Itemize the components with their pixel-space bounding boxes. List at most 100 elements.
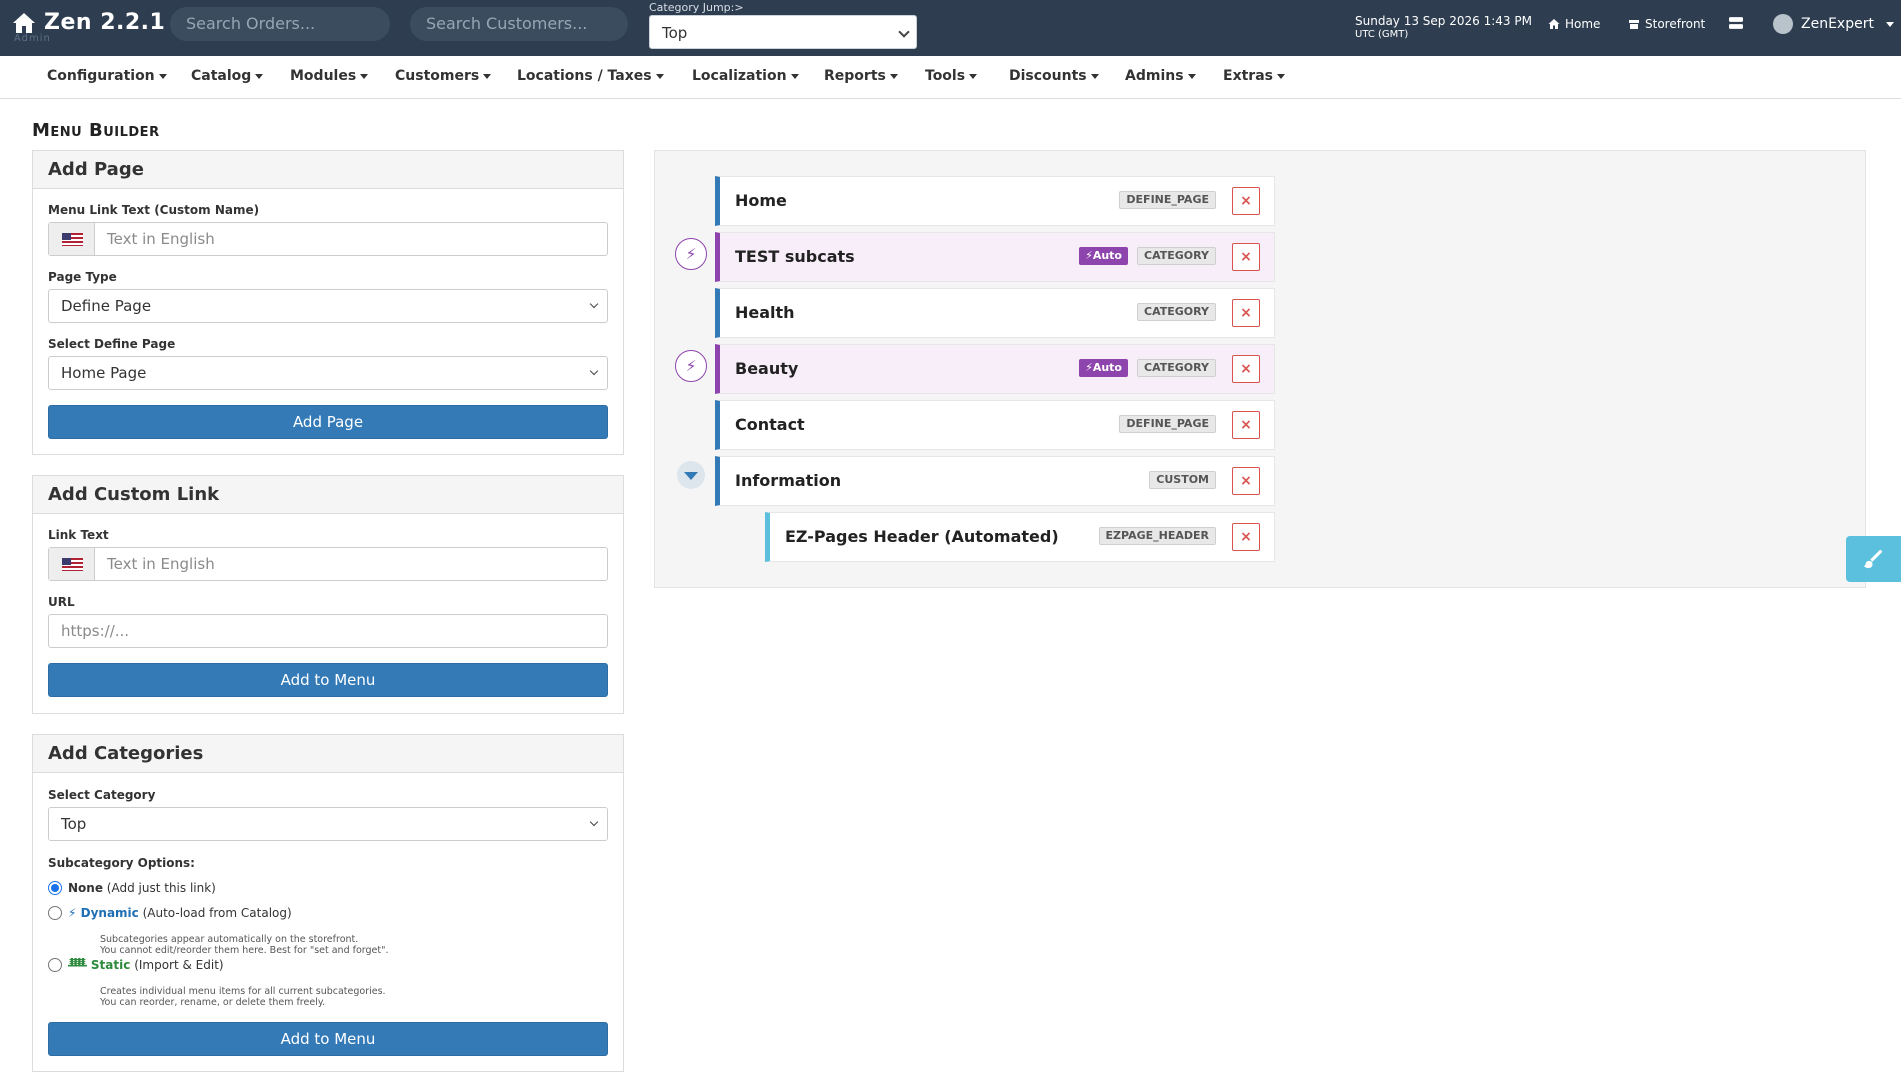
expand-toggle-icon[interactable]: [677, 461, 705, 489]
nav-label: Locations / Taxes: [517, 68, 652, 84]
menu-item-title: EZ-Pages Header (Automated): [785, 527, 1059, 546]
menu-item-title: Health: [735, 303, 795, 322]
home-icon: [1548, 19, 1560, 29]
option-none-label: None (Add just this link): [68, 881, 216, 895]
menu-item[interactable]: Home DEFINE_PAGE ×: [715, 176, 1275, 226]
nav-customers[interactable]: Customers: [395, 65, 492, 87]
nav-label: Discounts: [1009, 68, 1087, 84]
link-text-input[interactable]: Text in English: [48, 547, 608, 581]
nav-catalog[interactable]: Catalog: [191, 65, 264, 87]
menu-item-type-badge: DEFINE_PAGE: [1119, 415, 1216, 433]
delete-button[interactable]: ×: [1232, 243, 1260, 271]
static-hint: Creates individual menu items for all cu…: [100, 986, 386, 1008]
option-static-label: ᚙ Static (Import & Edit): [68, 958, 224, 972]
delete-button[interactable]: ×: [1232, 523, 1260, 551]
bolt-icon: ⚡: [1085, 361, 1093, 374]
flag-us-icon: [49, 548, 95, 580]
main-nav: Configuration Catalog Modules Customers …: [0, 56, 1901, 99]
brand-logo[interactable]: Zen 2.2.1: [12, 10, 165, 35]
nav-extras[interactable]: Extras: [1223, 65, 1285, 87]
static-hint-line-2: You can reorder, rename, or delete them …: [100, 997, 326, 1008]
nav-label: Extras: [1223, 68, 1273, 84]
delete-button[interactable]: ×: [1232, 187, 1260, 215]
menu-link-text-input[interactable]: Text in English: [48, 222, 608, 256]
server-icon-button[interactable]: [1729, 16, 1743, 30]
category-jump-value: Top: [662, 24, 688, 42]
menu-item-child[interactable]: EZ-Pages Header (Automated) EZPAGE_HEADE…: [765, 512, 1275, 562]
delete-button[interactable]: ×: [1232, 467, 1260, 495]
storefront-link[interactable]: Storefront: [1628, 17, 1705, 31]
static-hint-line-1: Creates individual menu items for all cu…: [100, 986, 386, 997]
home-link[interactable]: Home: [1548, 17, 1600, 31]
nav-label: Reports: [824, 68, 886, 84]
nav-locations-taxes[interactable]: Locations / Taxes: [517, 65, 664, 87]
storefront-link-label: Storefront: [1645, 17, 1706, 31]
radio-none[interactable]: [48, 881, 62, 895]
nav-localization[interactable]: Localization: [692, 65, 799, 87]
radio-dynamic[interactable]: [48, 906, 62, 920]
nav-label: Tools: [925, 68, 966, 84]
menu-item[interactable]: Contact DEFINE_PAGE ×: [715, 400, 1275, 450]
top-bar: Zen 2.2.1 Admin Search Orders... Search …: [0, 0, 1901, 56]
menu-item[interactable]: Information CUSTOM ×: [715, 456, 1275, 506]
chevron-down-icon: [589, 299, 599, 309]
search-orders-input[interactable]: Search Orders...: [170, 7, 390, 41]
radio-static[interactable]: [48, 958, 62, 972]
timezone: UTC (GMT): [1355, 29, 1409, 40]
caret-down-icon: [483, 73, 492, 79]
chevron-down-icon: [589, 817, 599, 827]
customize-side-button[interactable]: [1846, 536, 1901, 582]
dynamic-bolt-icon[interactable]: ⚡: [675, 238, 707, 270]
select-category-select[interactable]: Top: [48, 807, 608, 841]
page-type-select[interactable]: Define Page: [48, 289, 608, 323]
current-datetime: Sunday 13 Sep 2026 1:43 PM: [1355, 14, 1532, 28]
option-none[interactable]: None (Add just this link): [48, 881, 216, 895]
menu-item-title: Information: [735, 471, 842, 490]
caret-down-icon: [1885, 21, 1894, 27]
add-custom-link-button[interactable]: Add to Menu: [48, 663, 608, 697]
delete-button[interactable]: ×: [1232, 355, 1260, 383]
option-none-strong: None: [68, 881, 103, 895]
chevron-down-icon: [898, 26, 910, 38]
home-link-label: Home: [1565, 17, 1601, 31]
datetime-display: Sunday 13 Sep 2026 1:43 PM UTC (GMT): [1355, 14, 1532, 42]
caret-down-icon: [655, 73, 664, 79]
delete-button[interactable]: ×: [1232, 411, 1260, 439]
menu-item-title: TEST subcats: [735, 247, 855, 266]
user-menu[interactable]: ZenExpert: [1773, 14, 1894, 34]
nav-admins[interactable]: Admins: [1125, 65, 1196, 87]
option-none-text: (Add just this link): [106, 881, 216, 895]
chevron-down-icon: [589, 366, 599, 376]
nav-modules[interactable]: Modules: [290, 65, 369, 87]
brand-subtitle: Admin: [14, 33, 51, 44]
nav-configuration[interactable]: Configuration: [47, 65, 167, 87]
link-text-placeholder: Text in English: [107, 555, 215, 573]
define-page-value: Home Page: [61, 364, 147, 382]
sitemap-icon: ᚙ: [68, 958, 87, 972]
subcategory-options-label: Subcategory Options:: [48, 856, 195, 870]
nav-reports[interactable]: Reports: [824, 65, 898, 87]
menu-item[interactable]: TEST subcats ⚡Auto CATEGORY ×: [715, 232, 1275, 282]
nav-tools[interactable]: Tools: [925, 65, 978, 87]
option-dynamic[interactable]: ⚡ Dynamic (Auto-load from Catalog): [48, 906, 292, 920]
menu-item[interactable]: Health CATEGORY ×: [715, 288, 1275, 338]
define-page-select[interactable]: Home Page: [48, 356, 608, 390]
category-jump-select[interactable]: Top: [649, 15, 917, 49]
add-categories-button[interactable]: Add to Menu: [48, 1022, 608, 1056]
url-input[interactable]: https://...: [48, 614, 608, 648]
menu-item[interactable]: Beauty ⚡Auto CATEGORY ×: [715, 344, 1275, 394]
storefront-icon: [1629, 20, 1639, 29]
menu-item-type-badge: CATEGORY: [1137, 359, 1216, 377]
option-dynamic-strong: ⚡ Dynamic: [68, 906, 139, 920]
home-icon: [13, 12, 35, 33]
delete-button[interactable]: ×: [1232, 299, 1260, 327]
nav-discounts[interactable]: Discounts: [1009, 65, 1099, 87]
add-categories-panel: Add Categories Select Category Top Subca…: [32, 734, 624, 1072]
search-customers-input[interactable]: Search Customers...: [410, 7, 628, 41]
nav-label: Configuration: [47, 68, 155, 84]
option-static[interactable]: ᚙ Static (Import & Edit): [48, 958, 224, 972]
nav-label: Catalog: [191, 68, 252, 84]
dynamic-bolt-icon[interactable]: ⚡: [675, 350, 707, 382]
auto-badge: ⚡Auto: [1079, 247, 1128, 265]
add-page-button[interactable]: Add Page: [48, 405, 608, 439]
